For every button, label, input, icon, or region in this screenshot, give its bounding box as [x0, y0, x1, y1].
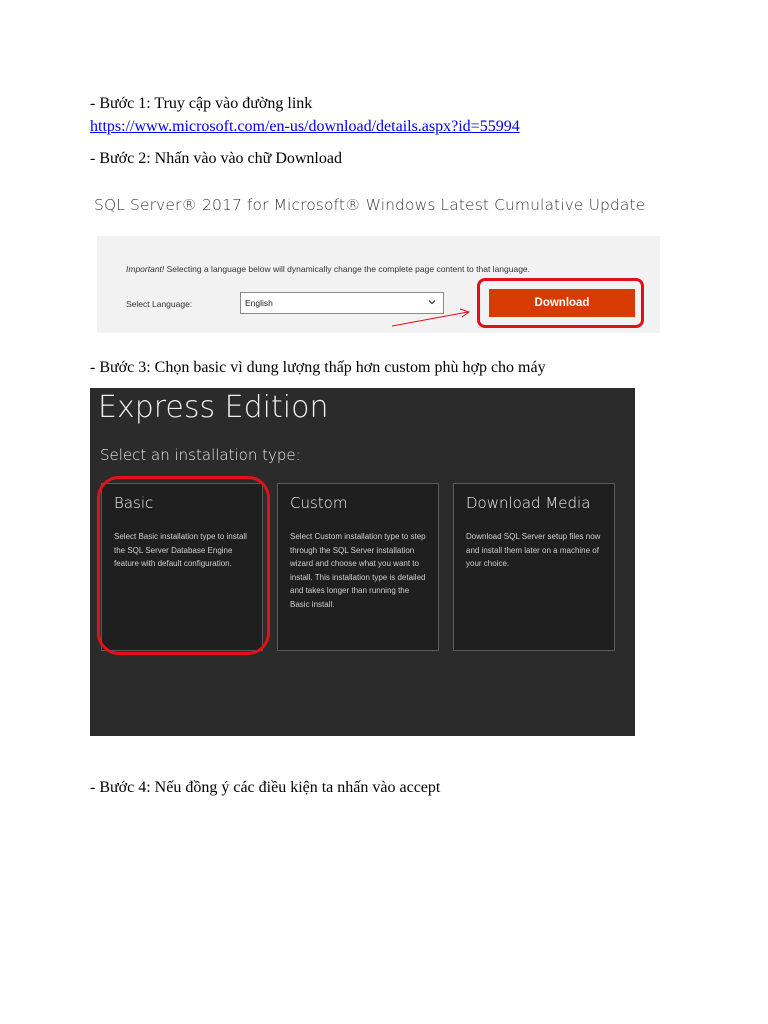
language-select-value: English	[245, 298, 273, 308]
language-panel: Important! Selecting a language below wi…	[97, 236, 660, 333]
option-custom[interactable]: Custom Select Custom installation type t…	[277, 483, 439, 651]
option-download-media-description: Download SQL Server setup files now and …	[466, 532, 601, 568]
basic-highlight	[97, 476, 270, 655]
download-link[interactable]: https://www.microsoft.com/en-us/download…	[90, 117, 520, 137]
installer-window: Express Edition Select an installation t…	[90, 388, 635, 736]
step-3-text: - Bước 3: Chọn basic vì dung lượng thấp …	[90, 359, 546, 376]
important-text: Selecting a language below will dynamica…	[164, 264, 531, 274]
ms-page-title: SQL Server® 2017 for Microsoft® Windows …	[94, 196, 646, 214]
option-custom-description: Select Custom installation type to step …	[290, 532, 426, 609]
download-highlight	[477, 278, 644, 328]
step-1-text: - Bước 1: Truy cập vào đường link	[90, 95, 313, 112]
installer-title: Express Edition	[98, 390, 329, 425]
option-download-media[interactable]: Download Media Download SQL Server setup…	[453, 483, 615, 651]
step-4-text: - Bước 4: Nếu đồng ý các điều kiện ta nh…	[90, 779, 441, 796]
language-notice: Important! Selecting a language below wi…	[126, 264, 530, 274]
option-custom-title: Custom	[290, 494, 348, 512]
installer-subtitle: Select an installation type:	[100, 446, 301, 464]
important-label: Important!	[126, 264, 165, 274]
red-arrow-icon	[391, 308, 471, 327]
step-2-text: - Bước 2: Nhấn vào vào chữ Download	[90, 150, 342, 167]
select-language-label: Select Language:	[126, 299, 193, 309]
option-download-media-title: Download Media	[466, 494, 591, 512]
